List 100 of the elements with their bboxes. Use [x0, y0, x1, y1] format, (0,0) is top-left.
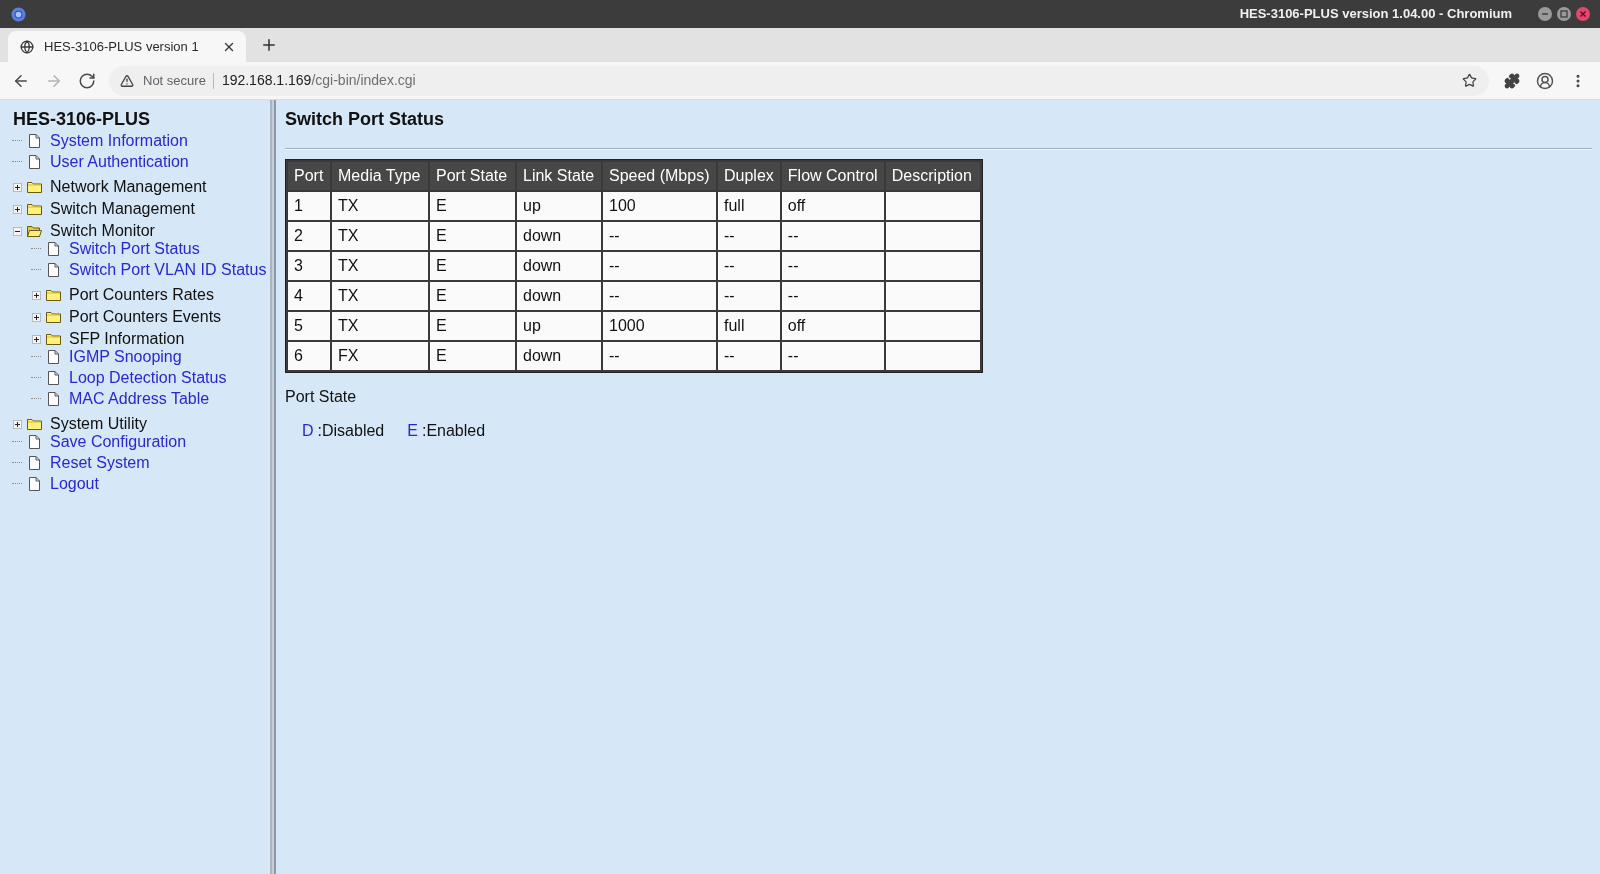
nav-link[interactable]: MAC Address Table — [69, 388, 210, 409]
table-cell: 1000 — [603, 312, 716, 340]
table-cell: 3 — [288, 252, 330, 280]
table-cell: -- — [603, 222, 716, 250]
nav-link[interactable]: Save Configuration — [50, 431, 187, 452]
plus-box-icon[interactable] — [31, 334, 41, 344]
star-icon — [1461, 73, 1477, 88]
column-header: Duplex — [718, 162, 780, 190]
nav-link[interactable]: Logout — [50, 473, 99, 494]
person-icon — [1536, 71, 1554, 90]
nav-link[interactable]: System Information — [50, 130, 188, 151]
nav-folder[interactable]: System Utility — [50, 414, 147, 434]
table-cell: down — [517, 252, 601, 280]
table-cell: -- — [781, 342, 884, 370]
legend-title: Port State — [285, 388, 357, 406]
table-cell: 4 — [288, 282, 330, 310]
page-heading: Switch Port Status — [285, 108, 446, 130]
nav-link[interactable]: IGMP Snooping — [69, 346, 182, 367]
column-header: Description — [885, 162, 980, 190]
table-cell: off — [781, 312, 884, 340]
table-cell: E — [430, 192, 515, 220]
column-header: Speed (Mbps) — [603, 162, 716, 190]
nav-folder[interactable]: Switch Management — [50, 199, 195, 219]
table-cell: -- — [603, 252, 716, 280]
table-cell: -- — [718, 252, 780, 280]
address-field[interactable]: Not secure 192.168.1.169/cgi-bin/index.cgi — [109, 65, 1489, 96]
table-cell: down — [517, 222, 601, 250]
table-cell: TX — [332, 312, 428, 340]
plus-box-icon[interactable] — [31, 290, 41, 300]
column-header: Flow Control — [781, 162, 884, 190]
legend-code: E — [407, 422, 418, 440]
page-icon — [29, 455, 40, 470]
page-icon — [29, 476, 40, 491]
window-title: HES-3106-PLUS version 1.04.00 - Chromium — [1239, 5, 1512, 24]
nav-link[interactable]: Reset System — [50, 452, 150, 473]
table-cell: -- — [718, 342, 780, 370]
maximize-icon[interactable] — [1557, 7, 1571, 21]
table-cell: E — [430, 282, 515, 310]
plus-box-icon[interactable] — [12, 419, 22, 429]
column-header: Port — [288, 162, 330, 190]
table-cell: -- — [781, 282, 884, 310]
table-cell: TX — [332, 252, 428, 280]
page-icon — [48, 262, 59, 277]
plus-box-icon[interactable] — [31, 312, 41, 322]
browser-tab[interactable]: HES-3106-PLUS version 1 — [8, 31, 246, 62]
column-header: Link State — [517, 162, 601, 190]
table-cell: FX — [332, 342, 428, 370]
nav-folder[interactable]: Network Management — [50, 177, 207, 197]
table-cell: off — [781, 192, 884, 220]
nav-folder[interactable]: SFP Information — [69, 329, 185, 349]
nav-folder[interactable]: Switch Monitor — [50, 221, 155, 241]
page-icon — [29, 154, 40, 169]
table-cell: down — [517, 342, 601, 370]
nav-link[interactable]: Switch Port VLAN ID Status — [69, 259, 267, 280]
table-cell: -- — [603, 342, 716, 370]
table-cell: E — [430, 342, 515, 370]
table-cell: 2 — [288, 222, 330, 250]
browser-logo-icon — [11, 6, 26, 22]
minimize-icon[interactable] — [1538, 7, 1552, 21]
nav-link[interactable]: Switch Port Status — [69, 238, 200, 259]
nav-folder[interactable]: Port Counters Rates — [69, 285, 214, 305]
table-cell: -- — [781, 222, 884, 250]
close-icon[interactable] — [1576, 7, 1590, 21]
table-cell: 6 — [288, 342, 330, 370]
page-icon — [29, 133, 40, 148]
column-header: Port State — [430, 162, 515, 190]
plus-box-icon[interactable] — [12, 204, 22, 214]
legend-label: :Enabled — [421, 422, 486, 440]
page-icon — [29, 434, 40, 449]
table-cell: 1 — [288, 192, 330, 220]
page-icon — [48, 241, 59, 256]
tab-title: HES-3106-PLUS version 1 — [44, 37, 200, 56]
table-cell: up — [517, 192, 601, 220]
url-text: 192.168.1.169/cgi-bin/index.cgi — [221, 71, 416, 90]
table-cell: E — [430, 222, 515, 250]
table-cell: E — [430, 252, 515, 280]
globe-icon — [20, 39, 34, 54]
puzzle-icon — [1504, 72, 1520, 89]
table-cell: E — [430, 312, 515, 340]
table-cell: 5 — [288, 312, 330, 340]
table-cell: up — [517, 312, 601, 340]
security-label: Not secure — [143, 71, 206, 90]
page-icon — [48, 349, 59, 364]
nav-link[interactable]: User Authentication — [50, 151, 189, 172]
page-icon — [48, 370, 59, 385]
table-cell: TX — [332, 192, 428, 220]
sidebar-title: HES-3106-PLUS — [13, 108, 152, 130]
nav-folder[interactable]: Port Counters Events — [69, 307, 222, 327]
column-header: Media Type — [332, 162, 428, 190]
page-icon — [48, 391, 59, 406]
nav-link[interactable]: Loop Detection Status — [69, 367, 227, 388]
plus-box-icon[interactable] — [12, 182, 22, 192]
table-cell: -- — [781, 252, 884, 280]
minus-box-icon[interactable] — [12, 226, 22, 236]
legend-label: :Disabled — [317, 422, 385, 440]
reload-icon — [78, 71, 96, 90]
legend-code: D — [302, 422, 314, 440]
table-cell: full — [718, 192, 780, 220]
table-cell: -- — [718, 222, 780, 250]
table-cell: TX — [332, 282, 428, 310]
